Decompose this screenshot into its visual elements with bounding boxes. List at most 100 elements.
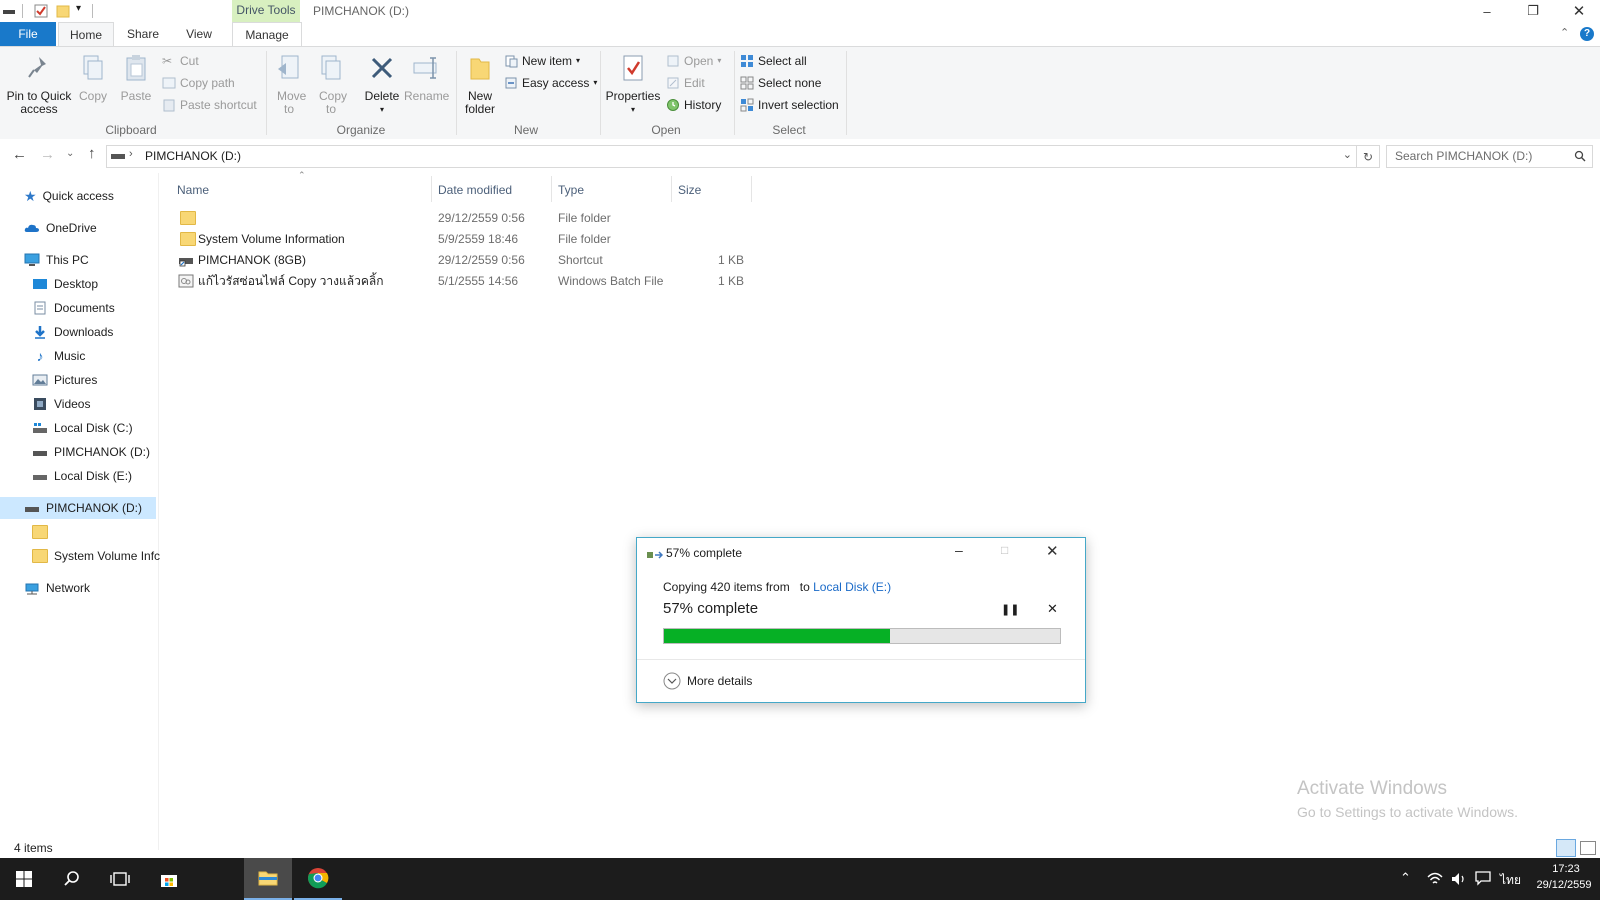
store-button[interactable] [145, 858, 193, 900]
column-header-size[interactable]: Size [678, 180, 701, 200]
column-header-type[interactable]: Type [558, 180, 584, 200]
delete-button[interactable]: Delete ▾ [362, 53, 402, 116]
volume-icon[interactable] [1450, 871, 1468, 887]
collapse-ribbon-icon[interactable]: ⌃ [1560, 26, 1569, 39]
back-arrow-icon[interactable]: ← [12, 146, 27, 163]
task-view-button[interactable] [96, 858, 144, 900]
pause-button[interactable]: ❚❚ [1001, 603, 1019, 616]
large-icons-view-icon[interactable] [1580, 841, 1596, 855]
start-button[interactable] [0, 858, 48, 900]
open-button[interactable]: Open ▾ [666, 51, 721, 71]
wifi-icon[interactable] [1426, 871, 1444, 887]
nav-quick-access[interactable]: ★ Quick access [24, 185, 114, 207]
tab-home[interactable]: Home [58, 22, 114, 46]
properties-button[interactable]: Properties ▾ [604, 53, 662, 116]
paste-button[interactable]: Paste [118, 53, 154, 103]
nav-documents[interactable]: Documents [32, 297, 115, 319]
table-row[interactable]: แก้ไวรัสซ่อนไฟล์ Copy วางแล้วคลิ้ก 5/1/2… [172, 271, 752, 291]
dialog-close-button[interactable]: ✕ [1046, 542, 1059, 560]
history-icon [667, 99, 679, 111]
input-language[interactable]: ไทย [1500, 871, 1521, 890]
action-center-icon[interactable] [1474, 870, 1492, 886]
copy-to-button[interactable]: Copy to [314, 53, 348, 116]
properties-label: Properties [605, 89, 661, 103]
file-explorer-taskbar-button[interactable] [244, 858, 292, 900]
rename-button[interactable]: Rename [404, 53, 449, 103]
refresh-button[interactable]: ↻ [1356, 145, 1380, 168]
nav-downloads[interactable]: Downloads [32, 321, 113, 343]
show-hidden-icons-chevron-icon[interactable]: ⌃ [1400, 870, 1411, 886]
nav-system-volume-info[interactable]: System Volume Infc [32, 545, 160, 567]
search-box[interactable]: Search PIMCHANOK (D:) [1386, 145, 1593, 168]
column-divider[interactable] [551, 176, 552, 202]
help-icon[interactable]: ? [1580, 27, 1594, 41]
customize-quick-access-chevron-icon[interactable]: ▾ [76, 3, 81, 14]
nav-pimchanok-drive-root[interactable]: PIMCHANOK (D:) [0, 497, 156, 519]
task-view-icon [110, 872, 130, 886]
address-bar[interactable]: › PIMCHANOK (D:) ⌄ [106, 145, 1357, 168]
paste-shortcut-button[interactable]: Paste shortcut [162, 95, 257, 115]
new-item-button[interactable]: New item ▾ [504, 51, 580, 71]
copy-label: Copy [78, 89, 107, 103]
nav-local-disk-e[interactable]: Local Disk (E:) [32, 465, 132, 487]
address-dropdown-chevron-icon[interactable]: ⌄ [1343, 148, 1352, 161]
history-button[interactable]: History [666, 95, 721, 115]
tab-file[interactable]: File [0, 22, 56, 46]
nav-onedrive[interactable]: OneDrive [24, 217, 97, 239]
nav-music[interactable]: ♪ Music [32, 345, 86, 367]
invert-selection-icon [740, 98, 754, 112]
close-window-button[interactable]: ✕ [1556, 0, 1600, 22]
new-folder-quick-icon[interactable] [56, 4, 70, 18]
edit-button[interactable]: Edit [666, 73, 705, 93]
clock-date[interactable]: 29/12/2559 [1530, 879, 1598, 891]
nav-pictures[interactable]: Pictures [32, 369, 97, 391]
copy-path-button[interactable]: Copy path [162, 73, 235, 93]
column-header-date[interactable]: Date modified [438, 180, 512, 200]
nav-local-disk-c[interactable]: Local Disk (C:) [32, 417, 133, 439]
table-row[interactable]: System Volume Information 5/9/2559 18:46… [172, 229, 752, 249]
dialog-minimize-button[interactable]: – [955, 542, 963, 558]
navigation-pane: ★ Quick access OneDrive This PC Desktop D… [0, 173, 160, 850]
nav-desktop[interactable]: Desktop [32, 273, 98, 295]
edit-label: Edit [684, 76, 705, 90]
up-arrow-icon[interactable]: ↑ [88, 145, 96, 162]
destination-link[interactable]: Local Disk (E:) [813, 580, 891, 594]
tab-share[interactable]: Share [118, 22, 168, 46]
column-divider[interactable] [751, 176, 752, 202]
easy-access-button[interactable]: Easy access ▾ [504, 73, 597, 93]
column-header-name[interactable]: Name [177, 180, 209, 200]
cloud-icon [24, 224, 39, 232]
clock-time[interactable]: 17:23 [1546, 863, 1586, 875]
pin-to-quick-access-button[interactable]: Pin to Quick access [4, 53, 74, 116]
nav-unnamed-folder[interactable] [32, 521, 54, 543]
new-folder-button[interactable]: New folder [460, 53, 500, 116]
nav-videos[interactable]: Videos [32, 393, 90, 415]
cancel-copy-button[interactable]: ✕ [1047, 601, 1058, 617]
taskbar-search-button[interactable] [48, 858, 96, 900]
recent-locations-chevron-icon[interactable]: ⌄ [66, 148, 74, 159]
copy-button[interactable]: Copy [76, 53, 110, 103]
restore-button[interactable]: ❐ [1510, 0, 1556, 22]
select-all-button[interactable]: Select all [740, 51, 807, 71]
tab-view[interactable]: View [174, 22, 224, 46]
nav-network[interactable]: Network [24, 577, 90, 599]
column-divider[interactable] [431, 176, 432, 202]
column-divider[interactable] [671, 176, 672, 202]
table-row[interactable]: PIMCHANOK (8GB) 29/12/2559 0:56 Shortcut… [172, 250, 752, 270]
cut-button[interactable]: ✂ Cut [162, 51, 199, 71]
breadcrumb-current[interactable]: PIMCHANOK (D:) [145, 149, 241, 163]
more-details-button[interactable]: More details [663, 671, 752, 691]
tab-manage[interactable]: Manage [232, 22, 302, 46]
chrome-taskbar-button[interactable] [294, 858, 342, 900]
invert-selection-button[interactable]: Invert selection [740, 95, 839, 115]
move-to-button[interactable]: Move to [272, 53, 306, 116]
details-view-icon[interactable] [1556, 839, 1576, 857]
nav-pimchanok-d[interactable]: PIMCHANOK (D:) [32, 441, 150, 463]
dialog-maximize-button[interactable]: □ [1001, 543, 1008, 557]
select-none-button[interactable]: Select none [740, 73, 821, 93]
nav-this-pc[interactable]: This PC [24, 249, 89, 271]
properties-quick-icon[interactable] [34, 4, 48, 18]
minimize-button[interactable]: – [1464, 0, 1510, 22]
table-row[interactable]: 29/12/2559 0:56 File folder [172, 208, 752, 228]
forward-arrow-icon[interactable]: → [40, 146, 55, 163]
